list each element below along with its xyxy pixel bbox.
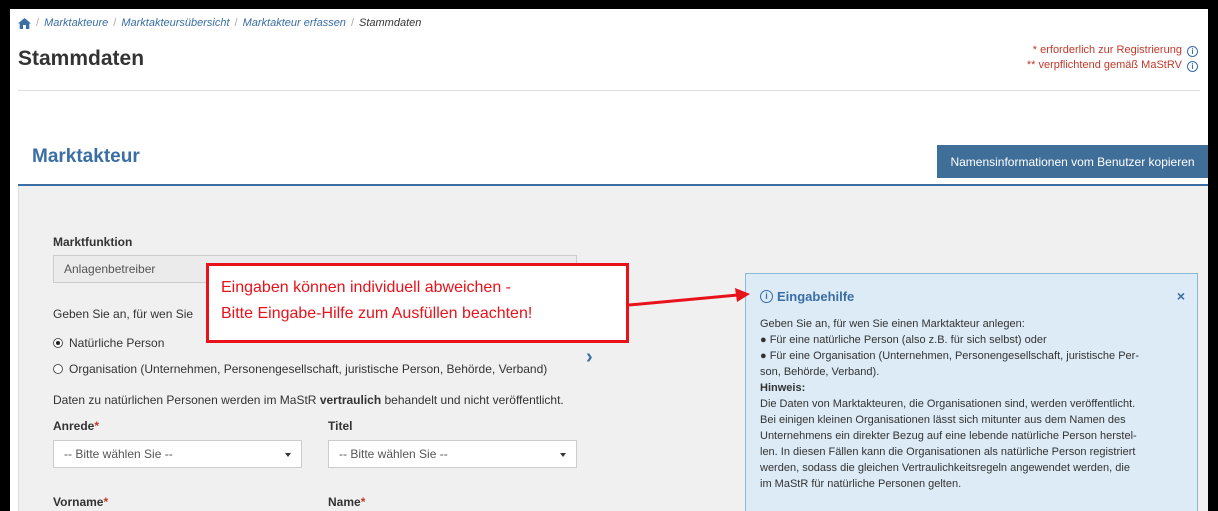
chevron-right-icon[interactable]: › xyxy=(586,346,593,369)
anrede-label: Anrede* xyxy=(53,419,99,433)
help-line: Bei einigen kleinen Organisationen lässt… xyxy=(760,414,1126,426)
type-question: Geben Sie an, für wen Sie xyxy=(53,307,194,321)
privacy-bold: vertraulich xyxy=(319,393,382,407)
breadcrumb: / Marktakteure / Marktakteursübersicht /… xyxy=(18,17,421,29)
vorname-label: Vorname* xyxy=(53,495,108,509)
radio-organisation[interactable]: Organisation (Unternehmen, Personengesel… xyxy=(53,362,547,376)
required-star: * xyxy=(94,419,100,433)
breadcrumb-separator: / xyxy=(234,17,238,29)
privacy-text-end: behandelt und nicht veröffentlicht. xyxy=(381,393,564,407)
home-icon[interactable] xyxy=(18,17,31,29)
help-hint-label: Hinweis: xyxy=(760,380,1187,396)
help-line: ● Für eine Organisation (Unternehmen, Pe… xyxy=(760,350,1139,362)
required-star: * xyxy=(103,495,109,509)
caret-down-icon xyxy=(285,453,291,457)
required-star: * xyxy=(360,495,366,509)
breadcrumb-separator: / xyxy=(113,17,117,29)
input-help-panel: i Eingabehilfe × Geben Sie an, für wen S… xyxy=(745,273,1198,511)
help-title: i Eingabehilfe xyxy=(760,289,854,304)
privacy-note: Daten zu natürlichen Personen werden im … xyxy=(53,393,564,407)
help-line: len. In diesen Fällen kann die Organisat… xyxy=(760,446,1136,458)
radio-label: Natürliche Person xyxy=(69,336,165,350)
help-line: Die Daten von Marktakteuren, die Organis… xyxy=(760,398,1136,410)
section-title: Marktakteur xyxy=(32,146,140,167)
titel-select-value: -- Bitte wählen Sie -- xyxy=(339,447,448,461)
help-line: Geben Sie an, für wen Sie einen Marktakt… xyxy=(760,318,1025,330)
annotation-callout: Eingaben können individuell abweichen - … xyxy=(206,263,629,343)
titel-select[interactable]: -- Bitte wählen Sie -- xyxy=(328,440,577,468)
name-label-text: Name xyxy=(328,495,361,509)
help-body: Geben Sie an, für wen Sie einen Marktakt… xyxy=(760,316,1187,492)
page-title: Stammdaten xyxy=(18,47,145,70)
privacy-text: Daten zu natürlichen Personen werden im … xyxy=(53,393,320,407)
mandatory-note: ** verpflichtend gemäß MaStRV xyxy=(1026,59,1182,71)
copy-name-info-button[interactable]: Namensinformationen vom Benutzer kopiere… xyxy=(937,145,1208,178)
callout-line: Bitte Eingabe-Hilfe zum Ausfüllen beacht… xyxy=(221,305,533,322)
name-label: Name* xyxy=(328,495,365,509)
caret-down-icon xyxy=(560,453,566,457)
radio-natural-person[interactable]: Natürliche Person xyxy=(53,336,164,350)
radio-button[interactable] xyxy=(53,364,63,374)
callout-line: Eingaben können individuell abweichen - xyxy=(221,279,511,296)
breadcrumb-separator: / xyxy=(36,17,40,29)
required-note: * erforderlich zur Registrierung xyxy=(1032,44,1182,56)
radio-button-checked[interactable] xyxy=(53,338,63,348)
info-icon[interactable]: i xyxy=(1187,46,1198,57)
help-line: ● Für eine natürliche Person (also z.B. … xyxy=(760,334,1047,346)
help-line: Unternehmens ein direkter Bezug auf eine… xyxy=(760,430,1137,442)
marktfunktion-label: Marktfunktion xyxy=(53,235,133,249)
info-icon: i xyxy=(760,290,773,303)
help-title-text: Eingabehilfe xyxy=(777,289,855,304)
breadcrumb-current: Stammdaten xyxy=(359,17,422,29)
help-line: son, Behörde, Verband). xyxy=(760,366,880,378)
required-legend: * erforderlich zur Registrierung i ** ve… xyxy=(1027,43,1198,73)
info-icon[interactable]: i xyxy=(1187,61,1198,72)
breadcrumb-marktakteure[interactable]: Marktakteure xyxy=(44,17,108,29)
anrede-select-value: -- Bitte wählen Sie -- xyxy=(64,447,173,461)
page-frame: / Marktakteure / Marktakteursübersicht /… xyxy=(10,9,1208,511)
anrede-select[interactable]: -- Bitte wählen Sie -- xyxy=(53,440,302,468)
radio-label: Organisation (Unternehmen, Personengesel… xyxy=(69,362,548,376)
close-icon[interactable]: × xyxy=(1177,288,1185,304)
breadcrumb-marktakteursuebersicht[interactable]: Marktakteursübersicht xyxy=(121,17,229,29)
hint-label: Hinweis: xyxy=(760,382,806,394)
titel-label: Titel xyxy=(328,419,353,433)
help-line: im MaStR für natürliche Personen gelten. xyxy=(760,478,962,490)
divider xyxy=(18,90,1200,91)
help-line: werden, sodass die gleichen Vertraulichk… xyxy=(760,462,1130,474)
breadcrumb-separator: / xyxy=(350,17,354,29)
breadcrumb-marktakteur-erfassen[interactable]: Marktakteur erfassen xyxy=(243,17,346,29)
vorname-label-text: Vorname xyxy=(53,495,104,509)
anrede-label-text: Anrede xyxy=(53,419,95,433)
